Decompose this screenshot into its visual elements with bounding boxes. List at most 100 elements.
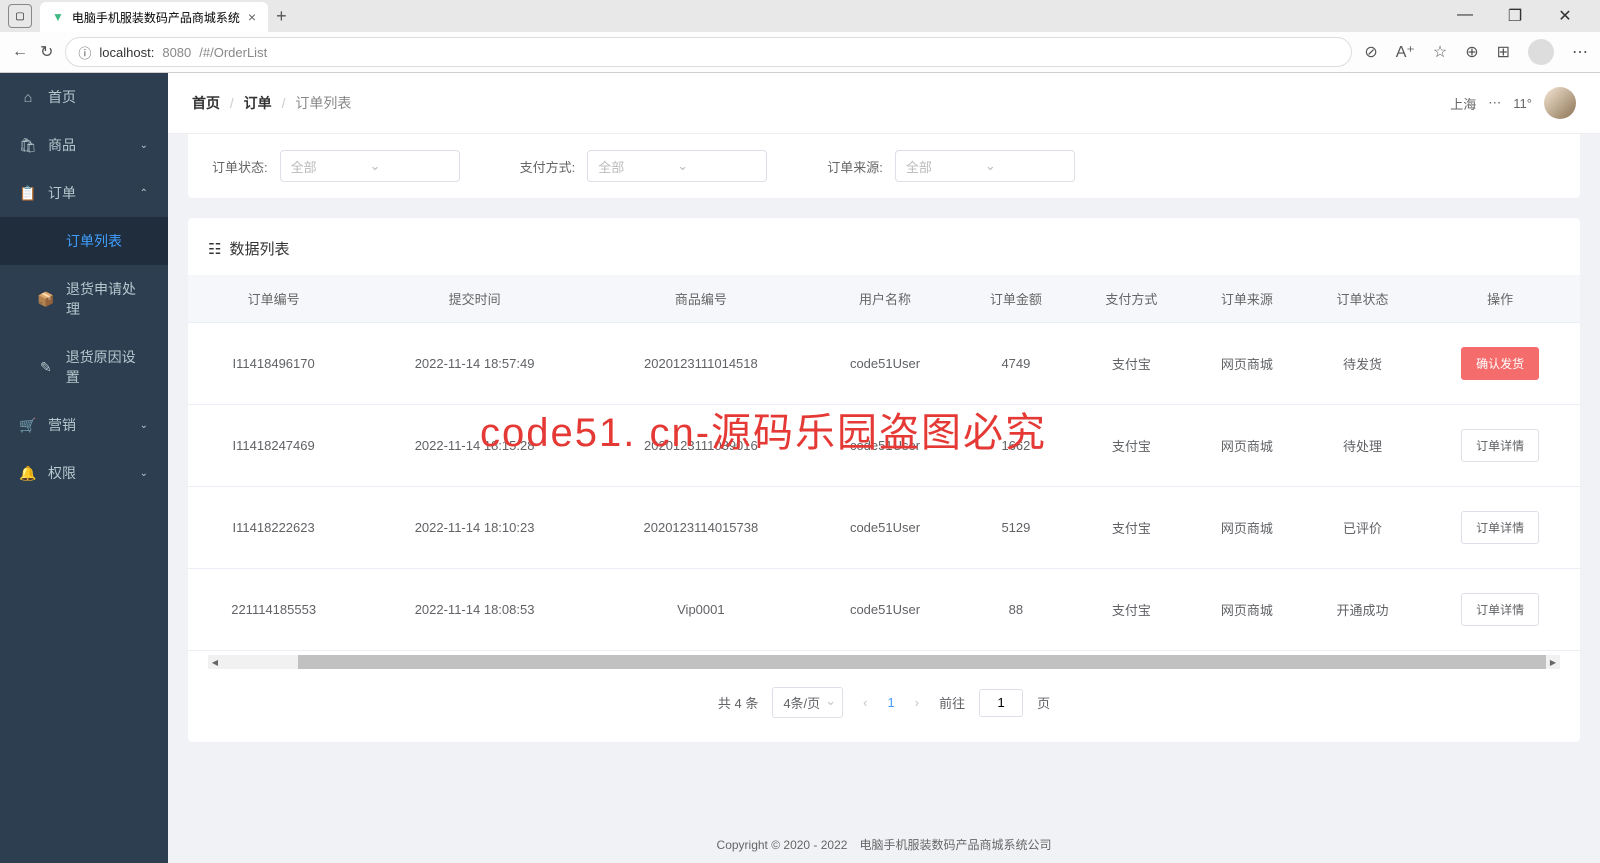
table-row: I114182226232022-11-14 18:10:23202012311… [188,487,1580,569]
browser-tab[interactable]: ▼ 电脑手机服装数码产品商城系统 × [40,2,268,32]
filter-payment: 支付方式: 全部 ⌄ [520,150,768,182]
weather-temp: 11° [1513,96,1532,111]
read-aloud-icon[interactable]: ⊘ [1364,42,1377,62]
cell-user: code51User [812,487,958,569]
column-header: 商品编号 [590,275,812,323]
window-controls: — ❐ ✕ [1450,6,1592,26]
cell-pay: 支付宝 [1074,405,1190,487]
chevron-icon: ⌄ [140,468,148,479]
browser-chrome: ▢ ▼ 电脑手机服装数码产品商城系统 × + — ❐ ✕ ← ↻ ⓘ local… [0,0,1600,73]
sidebar-item-5[interactable]: ✎退货原因设置 [0,333,168,401]
cell-user: code51User [812,569,958,651]
weather-widget: 上海 ⋯ 11° [1450,87,1576,119]
status-select[interactable]: 全部 ⌄ [280,150,460,182]
text-size-icon[interactable]: A⁺ [1396,42,1415,62]
action-button[interactable]: 订单详情 [1461,593,1539,626]
cell-pay: 支付宝 [1074,323,1190,405]
url-input[interactable]: ⓘ localhost:8080/#/OrderList [65,37,1352,67]
maximize-button[interactable]: ❐ [1500,6,1530,26]
menu-icon: 📋 [20,185,36,202]
cell-user: code51User [812,323,958,405]
favorites-bar-icon[interactable]: ⊕ [1465,42,1478,62]
favicon-icon: ▼ [52,10,64,24]
action-button[interactable]: 确认发货 [1461,347,1539,380]
menu-icon: ✎ [38,359,54,376]
scrollbar-thumb[interactable] [298,655,1546,669]
cell-sku: 2020123111039016 [590,405,812,487]
tab-title: 电脑手机服装数码产品商城系统 [72,9,240,26]
chevron-down-icon: ⌄ [677,158,756,174]
weather-dots: ⋯ [1488,95,1501,111]
sidebar-item-7[interactable]: 🔔权限⌄ [0,449,168,497]
tab-overview-button[interactable]: ▢ [8,4,32,28]
cell-source: 网页商城 [1189,405,1305,487]
cell-pay: 支付宝 [1074,569,1190,651]
collections-icon[interactable]: ⊞ [1497,42,1510,62]
menu-icon[interactable]: ⋯ [1572,42,1588,62]
back-button[interactable]: ← [12,43,28,61]
sidebar-item-2[interactable]: 📋订单⌃ [0,169,168,217]
cell-time: 2022-11-14 18:15:28 [359,405,590,487]
cell-time: 2022-11-14 18:10:23 [359,487,590,569]
cell-status: 已评价 [1305,487,1421,569]
sidebar-item-0[interactable]: ⌂首页 [0,73,168,121]
menu-icon: 🛍 [20,137,36,154]
horizontal-scrollbar[interactable]: ◀ ▶ [208,655,1560,669]
table-row: 2211141855532022-11-14 18:08:53Vip0001co… [188,569,1580,651]
pagination-total: 共 4 条 [718,693,758,712]
cell-id: I11418247469 [188,405,359,487]
sidebar-item-4[interactable]: 📦退货申请处理 [0,265,168,333]
next-page-button[interactable]: › [909,695,925,710]
scroll-left-icon[interactable]: ◀ [208,655,222,669]
filter-status: 订单状态: 全部 ⌄ [212,150,460,182]
weather-city: 上海 [1450,94,1476,113]
page-number[interactable]: 1 [888,695,895,710]
address-bar: ← ↻ ⓘ localhost:8080/#/OrderList ⊘ A⁺ ☆ … [0,32,1600,72]
breadcrumb-order[interactable]: 订单 [244,95,272,111]
cell-source: 网页商城 [1189,323,1305,405]
column-header: 支付方式 [1074,275,1190,323]
goto-page-input[interactable] [979,689,1023,717]
close-tab-icon[interactable]: × [248,9,256,25]
tab-bar: ▢ ▼ 电脑手机服装数码产品商城系统 × + — ❐ ✕ [0,0,1600,32]
cell-pay: 支付宝 [1074,487,1190,569]
cell-action: 确认发货 [1420,323,1580,405]
scroll-right-icon[interactable]: ▶ [1546,655,1560,669]
cell-source: 网页商城 [1189,487,1305,569]
sidebar-item-label: 商品 [48,135,76,155]
column-header: 订单状态 [1305,275,1421,323]
source-select[interactable]: 全部 ⌄ [895,150,1075,182]
refresh-button[interactable]: ↻ [40,42,53,62]
table-body: I114184961702022-11-14 18:57:49202012311… [188,323,1580,651]
menu-icon: 🔔 [20,465,36,482]
cell-amount: 4749 [958,323,1074,405]
cell-action: 订单详情 [1420,487,1580,569]
chevron-icon: ⌄ [140,420,148,431]
cell-user: code51User [812,405,958,487]
action-button[interactable]: 订单详情 [1461,511,1539,544]
new-tab-button[interactable]: + [276,6,287,27]
sidebar-item-6[interactable]: 🛒营销⌄ [0,401,168,449]
column-header: 操作 [1420,275,1580,323]
favorite-icon[interactable]: ☆ [1433,42,1447,62]
close-window-button[interactable]: ✕ [1550,6,1580,26]
breadcrumb-home[interactable]: 首页 [192,95,220,111]
page-size-select[interactable]: 4条/页 [772,687,843,718]
cell-amount: 5129 [958,487,1074,569]
column-header: 订单编号 [188,275,359,323]
cell-time: 2022-11-14 18:57:49 [359,323,590,405]
minimize-button[interactable]: — [1450,6,1480,26]
cell-id: I11418222623 [188,487,359,569]
action-button[interactable]: 订单详情 [1461,429,1539,462]
sidebar-item-3[interactable]: 订单列表 [0,217,168,265]
payment-select[interactable]: 全部 ⌄ [587,150,767,182]
profile-avatar[interactable] [1528,39,1554,65]
main-content: 首页 / 订单 / 订单列表 上海 ⋯ 11° 订单状态: 全部 ⌄ [168,73,1600,863]
prev-page-button[interactable]: ‹ [857,695,873,710]
sidebar-item-1[interactable]: 🛍商品⌄ [0,121,168,169]
column-header: 订单来源 [1189,275,1305,323]
menu-icon: 📦 [38,291,54,308]
app-container: ⌂首页 🛍 商品 ⌄ 📋订单⌃订单列表📦退货申请处理✎退货原因设置🛒营销⌄🔔权限⌄ 首页… [0,73,1600,863]
user-avatar[interactable] [1544,87,1576,119]
column-header: 订单金额 [958,275,1074,323]
